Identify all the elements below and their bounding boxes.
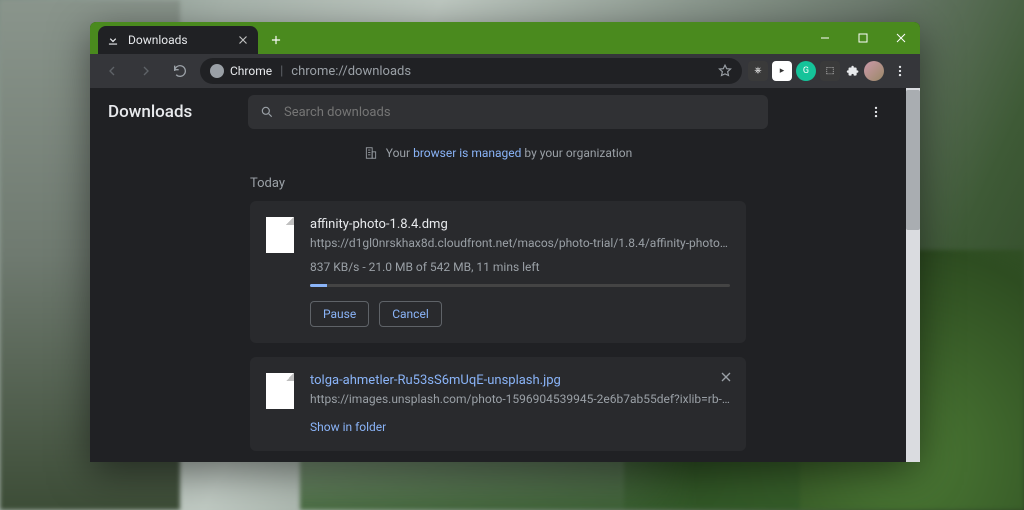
forward-button[interactable] xyxy=(132,57,160,85)
chrome-icon xyxy=(210,64,224,78)
minimize-button[interactable] xyxy=(806,22,844,54)
file-icon xyxy=(266,373,294,409)
extension-4[interactable]: ⬚ xyxy=(820,61,840,81)
bookmark-star-icon[interactable] xyxy=(718,64,732,78)
window-controls xyxy=(806,22,920,54)
download-url: https://d1gl0nrskhax8d.cloudfront.net/ma… xyxy=(310,236,730,250)
scheme-label: Chrome xyxy=(230,64,272,78)
scroll-thumb[interactable] xyxy=(906,90,920,230)
address-bar[interactable]: Chrome | chrome://downloads xyxy=(200,58,742,84)
download-filename: affinity-photo-1.8.4.dmg xyxy=(310,217,730,232)
cancel-button[interactable]: Cancel xyxy=(379,301,442,327)
extension-1[interactable]: ⎈ xyxy=(748,61,768,81)
extensions-row: ⎈ ▸ G ⬚ xyxy=(748,59,912,83)
progress-fill xyxy=(310,284,327,287)
search-box[interactable] xyxy=(248,95,768,129)
browser-tab-downloads[interactable]: Downloads xyxy=(98,26,258,54)
browser-window: Downloads Chrome | chrome://downloa xyxy=(90,22,920,462)
download-item: affinity-photo-1.8.4.dmg https://d1gl0nr… xyxy=(250,201,746,343)
tab-title: Downloads xyxy=(128,33,228,47)
file-icon xyxy=(266,217,294,253)
toolbar: Chrome | chrome://downloads ⎈ ▸ G ⬚ xyxy=(90,54,920,88)
search-input[interactable] xyxy=(284,105,756,120)
back-button[interactable] xyxy=(98,57,126,85)
page-title: Downloads xyxy=(108,102,228,122)
download-icon xyxy=(106,33,120,47)
extension-grammarly[interactable]: G xyxy=(796,61,816,81)
building-icon xyxy=(364,146,378,160)
close-tab-icon[interactable] xyxy=(236,33,250,47)
managed-prefix: Your xyxy=(386,146,410,160)
reload-button[interactable] xyxy=(166,57,194,85)
browser-menu-button[interactable] xyxy=(888,59,912,83)
download-item: tolga-ahmetler-Ru53sS6mUqE-unsplash.jpg … xyxy=(250,357,746,451)
page: Downloads Your browser is xyxy=(90,88,920,462)
managed-suffix: by your organization xyxy=(524,146,632,160)
url-path: chrome://downloads xyxy=(291,64,411,79)
titlebar: Downloads xyxy=(90,22,920,54)
scrollbar[interactable] xyxy=(906,88,920,462)
address-separator: | xyxy=(280,64,283,79)
new-tab-button[interactable] xyxy=(264,28,288,52)
search-icon xyxy=(260,105,274,119)
download-status: 837 KB/s - 21.0 MB of 542 MB, 11 mins le… xyxy=(310,260,730,274)
profile-avatar[interactable] xyxy=(864,61,884,81)
today-label: Today xyxy=(250,176,746,191)
page-content: Downloads Your browser is xyxy=(90,88,906,462)
show-in-folder-link[interactable]: Show in folder xyxy=(310,420,386,434)
download-filename-link[interactable]: tolga-ahmetler-Ru53sS6mUqE-unsplash.jpg xyxy=(310,373,730,388)
progress-bar xyxy=(310,284,730,287)
remove-download-icon[interactable] xyxy=(718,369,734,385)
download-url: https://images.unsplash.com/photo-159690… xyxy=(310,392,730,406)
pause-button[interactable]: Pause xyxy=(310,301,369,327)
close-window-button[interactable] xyxy=(882,22,920,54)
tab-strip: Downloads xyxy=(90,22,806,54)
downloads-header: Downloads xyxy=(90,88,906,136)
downloads-menu-button[interactable] xyxy=(864,100,888,124)
managed-link[interactable]: browser is managed xyxy=(413,146,521,160)
url-scheme-chip: Chrome xyxy=(210,64,272,78)
extension-2[interactable]: ▸ xyxy=(772,61,792,81)
extensions-menu-icon[interactable] xyxy=(844,61,860,81)
managed-banner: Your browser is managed by your organiza… xyxy=(90,136,906,170)
maximize-button[interactable] xyxy=(844,22,882,54)
downloads-list: Today affinity-photo-1.8.4.dmg https://d… xyxy=(90,176,906,462)
